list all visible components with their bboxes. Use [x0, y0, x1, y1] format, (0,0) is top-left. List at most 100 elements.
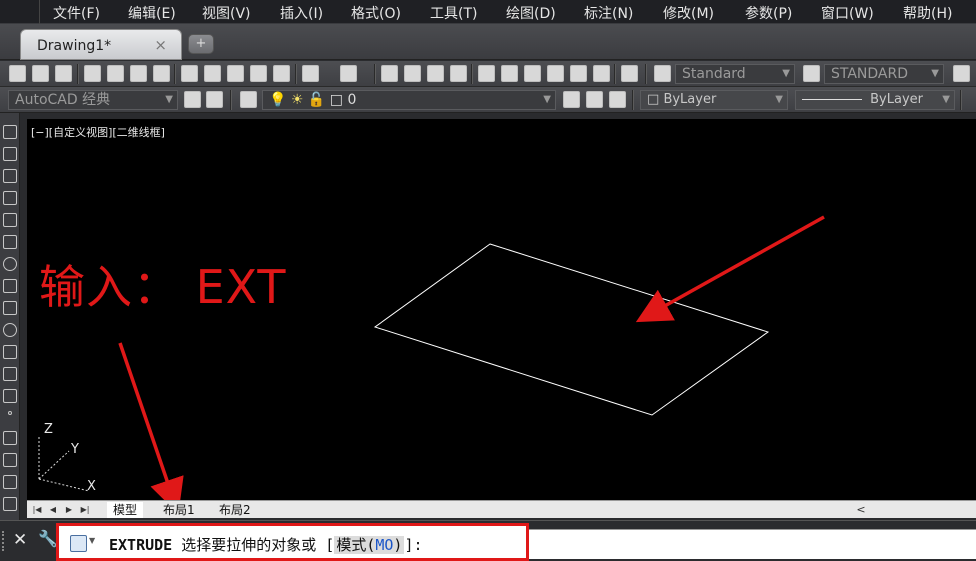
line-icon[interactable]: [3, 125, 17, 139]
wrench-icon[interactable]: 🔧: [38, 529, 58, 548]
open-file-icon[interactable]: [32, 65, 49, 82]
clean-screen-icon[interactable]: [206, 91, 223, 108]
text-style-select[interactable]: Standard ▼: [675, 64, 795, 84]
design-center-icon[interactable]: [501, 65, 518, 82]
workspace-settings-icon[interactable]: [184, 91, 201, 108]
tab-layout1[interactable]: 布局1: [157, 502, 201, 518]
toolbar-separator: [471, 64, 473, 84]
hatch-icon[interactable]: [3, 431, 17, 445]
dimension-style-select[interactable]: STANDARD ▼: [824, 64, 944, 84]
tab-model[interactable]: 模型: [107, 502, 144, 518]
close-command-line-icon[interactable]: ✕: [13, 530, 27, 550]
revision-cloud-icon[interactable]: [3, 279, 17, 293]
menu-file[interactable]: 文件(F): [53, 3, 100, 23]
layer-color-swatch: □: [329, 92, 344, 108]
redo-icon[interactable]: [340, 65, 357, 82]
menu-dimension[interactable]: 标注(N): [584, 3, 633, 23]
menu-format[interactable]: 格式(O): [351, 3, 401, 23]
document-tab-drawing1[interactable]: Drawing1* ×: [20, 29, 182, 60]
cut-icon[interactable]: [181, 65, 198, 82]
command-option-mode[interactable]: 模式(MO): [334, 536, 405, 554]
spline-icon[interactable]: [3, 301, 17, 315]
properties-icon[interactable]: [478, 65, 495, 82]
color-select[interactable]: □ ByLayer ▼: [640, 90, 788, 110]
table-style-icon[interactable]: [953, 65, 970, 82]
insert-block-icon[interactable]: [3, 367, 17, 381]
make-object-layer-current-icon[interactable]: [563, 91, 580, 108]
close-tab-icon[interactable]: ×: [154, 36, 167, 54]
workspace-select[interactable]: AutoCAD 经典 ▼: [8, 90, 178, 110]
new-tab-button[interactable]: +: [188, 34, 214, 54]
rectangle-icon[interactable]: [3, 213, 17, 227]
menu-help[interactable]: 帮助(H): [903, 3, 952, 23]
markup-icon[interactable]: [570, 65, 587, 82]
toolbar-separator: [374, 64, 376, 84]
sheet-set-icon[interactable]: [547, 65, 564, 82]
chevron-down-icon[interactable]: ▼: [89, 536, 95, 545]
linetype-value: ByLayer: [870, 92, 923, 107]
zoom-previous-icon[interactable]: [450, 65, 467, 82]
point-icon[interactable]: [8, 411, 12, 415]
previous-tab-button[interactable]: ◀: [47, 503, 59, 516]
menu-view[interactable]: 视图(V): [202, 3, 251, 23]
chevron-down-icon: ▼: [775, 94, 783, 105]
layer-select[interactable]: 💡 ☀ 🔓 □ 0 ▼: [262, 90, 556, 110]
polyline-icon[interactable]: [3, 169, 17, 183]
help-icon[interactable]: [621, 65, 638, 82]
undo-icon[interactable]: [302, 65, 319, 82]
last-tab-button[interactable]: ▶|: [79, 503, 91, 516]
ellipse-arc-icon[interactable]: [3, 345, 17, 359]
region-icon[interactable]: [3, 475, 17, 489]
command-option-label: 模式(: [336, 536, 376, 554]
polygon-icon[interactable]: [3, 191, 17, 205]
ellipse-icon[interactable]: [3, 323, 17, 337]
publish-icon[interactable]: [130, 65, 147, 82]
zoom-realtime-icon[interactable]: [404, 65, 421, 82]
drawing-canvas[interactable]: [−][自定义视图][二维线框] 输入： EXT Z Y X: [27, 119, 976, 500]
new-file-icon[interactable]: [9, 65, 26, 82]
arc-icon[interactable]: [3, 235, 17, 249]
make-block-icon[interactable]: [3, 389, 17, 403]
zoom-window-icon[interactable]: [427, 65, 444, 82]
tab-layout2[interactable]: 布局2: [213, 502, 257, 518]
circle-icon[interactable]: [3, 257, 17, 271]
menu-window[interactable]: 窗口(W): [821, 3, 874, 23]
print-icon[interactable]: [84, 65, 101, 82]
menu-edit[interactable]: 编辑(E): [128, 3, 176, 23]
block-editor-icon[interactable]: [273, 65, 290, 82]
layer-state-icon[interactable]: [609, 91, 626, 108]
match-properties-icon[interactable]: [250, 65, 267, 82]
command-input[interactable]: [529, 529, 976, 559]
menu-modify[interactable]: 修改(M): [663, 3, 714, 23]
menu-tools[interactable]: 工具(T): [430, 3, 477, 23]
menu-insert[interactable]: 插入(I): [280, 3, 323, 23]
linetype-select[interactable]: ByLayer ▼: [795, 90, 955, 110]
rectangle-object[interactable]: [373, 243, 770, 416]
text-style-icon[interactable]: [654, 65, 671, 82]
save-icon[interactable]: [55, 65, 72, 82]
print-preview-icon[interactable]: [107, 65, 124, 82]
app-menu-button[interactable]: [0, 0, 40, 24]
recent-commands-icon[interactable]: [70, 535, 87, 552]
toolbar-separator: [174, 64, 176, 84]
layer-properties-icon[interactable]: [240, 91, 257, 108]
gradient-icon[interactable]: [3, 453, 17, 467]
command-line-grip[interactable]: [2, 531, 8, 551]
dimension-style-icon[interactable]: [803, 65, 820, 82]
pan-icon[interactable]: [381, 65, 398, 82]
3d-print-icon[interactable]: [153, 65, 170, 82]
layer-previous-icon[interactable]: [586, 91, 603, 108]
menu-draw[interactable]: 绘图(D): [506, 3, 556, 23]
horizontal-scrollbar-left[interactable]: <: [855, 503, 867, 516]
menu-parametric[interactable]: 参数(P): [745, 3, 792, 23]
sun-icon: ☀: [290, 92, 304, 108]
paste-icon[interactable]: [227, 65, 244, 82]
toolbar-separator: [632, 90, 634, 110]
next-tab-button[interactable]: ▶: [63, 503, 75, 516]
tool-palettes-icon[interactable]: [524, 65, 541, 82]
table-icon[interactable]: [3, 497, 17, 511]
calculator-icon[interactable]: [593, 65, 610, 82]
copy-icon[interactable]: [204, 65, 221, 82]
first-tab-button[interactable]: |◀: [31, 503, 43, 516]
construction-line-icon[interactable]: [3, 147, 17, 161]
